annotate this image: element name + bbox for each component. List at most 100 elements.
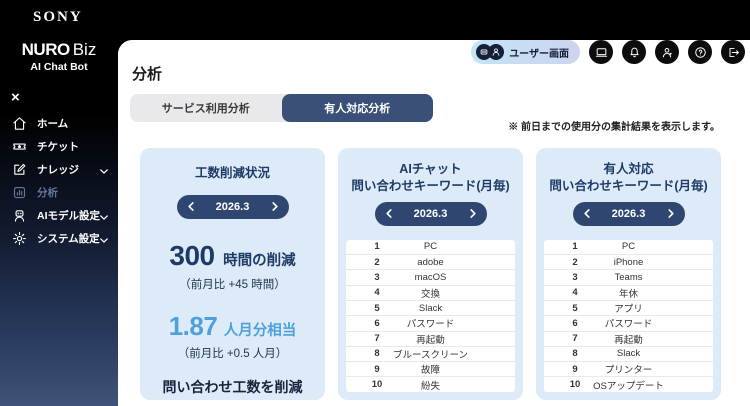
keyword-rank: 9	[374, 363, 380, 375]
keyword-row: 7 再起動	[544, 332, 713, 347]
monitor-icon[interactable]	[589, 40, 613, 64]
keyword-row: 4 年休	[544, 286, 713, 301]
keyword-rank: 2	[572, 256, 578, 268]
sidebar-item-label: ナレッジ	[37, 164, 79, 176]
keyword-rank: 2	[374, 256, 380, 268]
keyword-rank: 1	[572, 241, 578, 253]
card-title-line2: 問い合わせキーワード(月毎)	[549, 178, 708, 193]
person-months-unit: 人月分相当	[223, 322, 297, 339]
home-icon	[12, 116, 27, 131]
keyword-rank: 3	[572, 271, 578, 283]
next-month-icon[interactable]	[667, 209, 674, 219]
sidebar-item-analytics[interactable]: 分析	[0, 181, 118, 204]
sidebar-item-home[interactable]: ホーム	[0, 112, 118, 135]
user-screen-button[interactable]: ユーザー画面	[471, 40, 580, 64]
keyword-row: 6 パスワード	[544, 316, 713, 332]
sony-logo: SONY	[33, 9, 83, 25]
sidebar-item-system-settings[interactable]: システム設定	[0, 227, 118, 250]
card-title-line2: 問い合わせキーワード(月毎)	[351, 178, 510, 193]
card-ai-chat-keywords: AIチャット 問い合わせキーワード(月毎) 2026.3 1 PC 2 adob…	[338, 148, 523, 400]
app-window: SONY NURO Biz AI Chat Bot × ホーム チケット ナレッ…	[0, 0, 750, 406]
logout-icon[interactable]	[721, 40, 745, 64]
selected-month: 2026.3	[413, 207, 448, 220]
keyword-rank: 6	[374, 317, 380, 329]
sidebar-item-ai-model-settings[interactable]: AIモデル設定	[0, 204, 118, 227]
keyword-row: 10 紛失	[346, 377, 515, 392]
gear-icon	[12, 231, 27, 246]
keyword-row: 4 交換	[346, 286, 515, 301]
keyword-row: 5 Slack	[346, 301, 515, 317]
keyword-rank: 7	[572, 333, 578, 345]
user-screen-avatars	[476, 44, 505, 60]
ticket-icon	[12, 139, 27, 154]
sidebar-menu: ホーム チケット ナレッジ 分析 AIモデル設定 システム設定	[0, 112, 118, 250]
tab-human-response-analysis[interactable]: 有人対応分析	[281, 94, 433, 122]
hours-saved-metric: 300 時間の削減	[140, 239, 325, 271]
page-title: 分析	[132, 66, 163, 83]
main-content: 分析 ユーザー画面 サービス利用分析 有人対応分析 ※ 前日までの使用分の集計結…	[118, 40, 750, 406]
keyword-row: 1 PC	[544, 240, 713, 256]
card-title-line1: 有人対応	[603, 162, 654, 176]
selected-month: 2026.3	[611, 207, 646, 220]
card-title: 有人対応 問い合わせキーワード(月毎)	[536, 148, 721, 195]
card-title: 工数削減状況	[194, 166, 270, 180]
keyword-rank: 5	[572, 302, 578, 314]
biz-logo-text: Biz	[72, 40, 97, 59]
next-month-icon[interactable]	[271, 202, 278, 212]
keyword-row: 3 macOS	[346, 270, 515, 286]
keyword-row: 8 Slack	[544, 347, 713, 363]
keyword-row: 2 iPhone	[544, 255, 713, 271]
keyword-ranking-table: 1 PC 2 adobe 3 macOS 4 交換 5 Slack 6 パスワー…	[346, 239, 515, 392]
keyword-row: 2 adobe	[346, 255, 515, 271]
card-effort-reduction: 工数削減状況 2026.3 300 時間の削減 （前月比 +45 時間） 1.8…	[140, 148, 325, 400]
sidebar-item-knowledge[interactable]: ナレッジ	[0, 158, 118, 181]
next-month-icon[interactable]	[469, 209, 476, 219]
prev-month-icon[interactable]	[187, 202, 194, 212]
keyword-row: 3 Teams	[544, 270, 713, 286]
sidebar-item-label: システム設定	[37, 233, 100, 245]
person-months-value: 1.87	[168, 310, 218, 341]
keyword-rank: 3	[374, 271, 380, 283]
keyword-row: 9 プリンター	[544, 362, 713, 378]
chevron-down-icon	[100, 161, 108, 179]
sidebar-close-icon[interactable]: ×	[11, 90, 20, 105]
person-months-delta: （前月比 +0.5 人月）	[177, 347, 288, 360]
keyword-rank: 10	[371, 379, 383, 391]
prev-month-icon[interactable]	[385, 209, 392, 219]
sidebar-item-label: ホーム	[37, 118, 69, 130]
keyword-rank: 5	[374, 302, 380, 314]
notifications-bell-icon[interactable]	[622, 40, 646, 64]
keyword-row: 5 アプリ	[544, 301, 713, 317]
sidebar-item-label: AIモデル設定	[37, 210, 100, 222]
month-selector: 2026.3	[374, 201, 487, 226]
analytics-icon	[12, 185, 27, 200]
sidebar-item-tickets[interactable]: チケット	[0, 135, 118, 158]
cards-row: 工数削減状況 2026.3 300 時間の削減 （前月比 +45 時間） 1.8…	[140, 148, 721, 400]
sidebar: SONY NURO Biz AI Chat Bot × ホーム チケット ナレッ…	[0, 0, 118, 406]
robot-icon	[12, 208, 27, 223]
selected-month: 2026.3	[215, 200, 250, 213]
keyword-rank: 8	[572, 348, 578, 360]
hours-delta: （前月比 +45 時間）	[179, 278, 286, 291]
help-icon[interactable]	[688, 40, 712, 64]
keyword-row: 7 再起動	[346, 332, 515, 347]
ai-chat-bot-label: AI Chat Bot	[30, 60, 88, 73]
hours-saved-value: 300	[169, 239, 215, 271]
user-switch-icon[interactable]	[655, 40, 679, 64]
keyword-ranking-table: 1 PC 2 iPhone 3 Teams 4 年休 5 アプリ 6 パスワード…	[544, 239, 713, 392]
month-selector: 2026.3	[176, 194, 289, 219]
card-human-response-keywords: 有人対応 問い合わせキーワード(月毎) 2026.3 1 PC 2 iPhone…	[536, 148, 721, 400]
prev-month-icon[interactable]	[583, 209, 590, 219]
card-footer-text: 問い合わせ工数を削減	[162, 378, 303, 395]
month-selector: 2026.3	[572, 201, 685, 226]
tab-service-usage-analysis[interactable]: サービス利用分析	[130, 94, 282, 122]
keyword-rank: 10	[569, 379, 581, 391]
keyword-rank: 4	[572, 287, 578, 299]
keyword-rank: 8	[374, 348, 380, 360]
hours-saved-unit: 時間の削減	[223, 252, 296, 269]
sidebar-item-label: 分析	[37, 187, 58, 199]
keyword-rank: 6	[572, 317, 578, 329]
keyword-rank: 9	[572, 363, 578, 375]
aggregation-note: ※ 前日までの使用分の集計結果を表示します。	[508, 122, 720, 133]
card-title: AIチャット 問い合わせキーワード(月毎)	[338, 148, 523, 195]
